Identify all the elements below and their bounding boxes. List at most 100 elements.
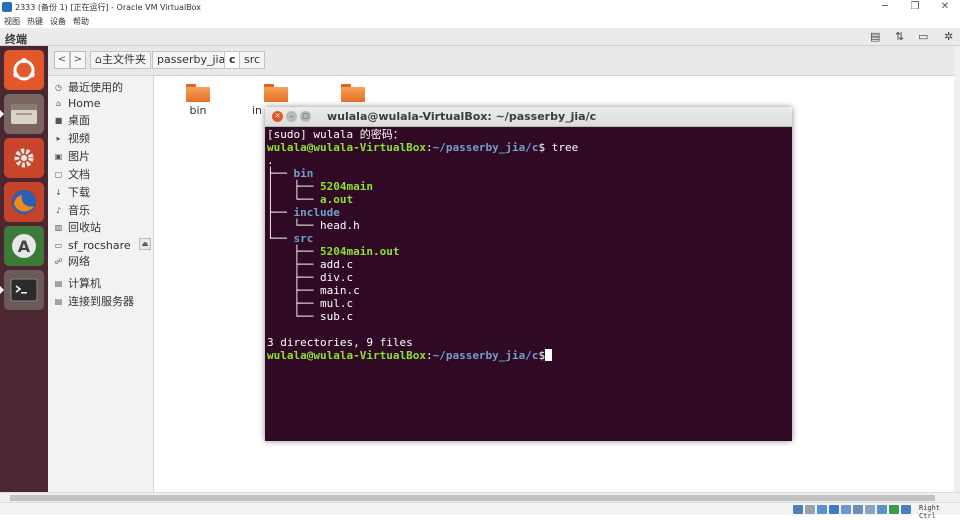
prompt-path: ~/passerby_jia/c	[432, 349, 539, 362]
optical-drive-icon[interactable]	[805, 505, 815, 514]
horizontal-scrollbar[interactable]	[0, 492, 960, 502]
breadcrumb-passerby-jia[interactable]: passerby_jia	[152, 51, 231, 69]
sidebar-item-desktop[interactable]: ■ 桌面	[54, 112, 90, 128]
folder-label-bin[interactable]: bin	[178, 104, 218, 117]
folder-icon[interactable]	[264, 84, 288, 102]
sidebar-item-trash[interactable]: ▥ 回收站	[54, 219, 101, 235]
sidebar-item-computer[interactable]: ▤ 计算机	[54, 275, 101, 291]
mouse-integration-icon[interactable]	[901, 505, 911, 514]
display-icon[interactable]	[865, 505, 875, 514]
sidebar-item-videos[interactable]: ▸ 视频	[54, 130, 90, 146]
tree-line: ├── include	[267, 206, 340, 219]
terminal-app-icon[interactable]	[0, 270, 44, 310]
document-icon: ▢	[54, 169, 63, 179]
network-adapter-icon[interactable]	[829, 505, 839, 514]
vbox-title-bar: 2333 (备份 1) [正在运行] - Oracle VM VirtualBo…	[0, 0, 960, 14]
active-app-name: 终端	[5, 33, 27, 46]
sidebar-item-sf-rocshare[interactable]: ▭ sf_rocshare ⏏	[54, 237, 154, 253]
sidebar-item-recent[interactable]: ◷ 最近使用的	[54, 79, 123, 95]
battery-indicator-icon[interactable]: ▭	[918, 30, 928, 43]
sidebar-item-network[interactable]: ☍ 网络	[54, 253, 90, 269]
folder-icon[interactable]	[186, 84, 210, 102]
close-icon[interactable]: ✕	[930, 0, 960, 14]
command-line: wulala@wulala-VirtualBox:~/passerby_jia/…	[267, 141, 579, 154]
breadcrumb-src[interactable]: src	[239, 51, 266, 69]
command-text: tree	[545, 141, 579, 154]
tree-entry-name: main.c	[319, 284, 360, 297]
minimize-icon[interactable]: ─	[870, 0, 900, 14]
forward-button[interactable]: >	[70, 51, 86, 69]
maximize-icon[interactable]: ❐	[900, 0, 930, 14]
prompt-path: ~/passerby_jia/c	[432, 141, 539, 154]
tree-entry-name: add.c	[319, 258, 354, 271]
files-app-icon[interactable]	[0, 94, 44, 134]
ubuntu-dash-icon[interactable]	[4, 50, 44, 90]
computer-icon: ▤	[54, 278, 63, 288]
sudo-prompt-line: [sudo] wulala 的密码：	[267, 128, 404, 141]
shared-folder-icon: ▭	[54, 240, 63, 250]
tree-line: ├── 5204main.out	[267, 245, 400, 258]
settings-app-icon[interactable]	[4, 138, 44, 178]
sidebar-item-home[interactable]: ⌂ Home	[54, 95, 101, 111]
sidebar-item-connect-server[interactable]: ▤ 连接到服务器	[54, 293, 134, 309]
scrollbar-thumb[interactable]	[10, 495, 935, 501]
text-cursor	[545, 349, 553, 361]
tree-line: ├── mul.c	[267, 297, 354, 310]
hard-disk-icon[interactable]	[793, 505, 803, 514]
back-button[interactable]: <	[54, 51, 70, 69]
sidebar-item-documents[interactable]: ▢ 文档	[54, 166, 90, 182]
terminal-minimize-icon[interactable]: –	[286, 111, 297, 122]
firefox-icon[interactable]	[4, 182, 44, 222]
system-menu-icon[interactable]: ✲	[944, 30, 953, 43]
tree-entry-name: 5204main	[319, 180, 373, 193]
vertical-scrollbar[interactable]	[954, 46, 960, 492]
vbox-window-title: 2333 (备份 1) [正在运行] - Oracle VM VirtualBo…	[15, 3, 202, 12]
tree-entry-name: sub.c	[319, 310, 354, 323]
audio-icon[interactable]	[817, 505, 827, 514]
menu-view[interactable]: 视图	[4, 16, 20, 27]
terminal-output[interactable]: [sudo] wulala 的密码： wulala@wulala-Virtual…	[265, 127, 792, 441]
tree-summary: 3 directories, 9 files	[267, 336, 413, 349]
terminal-title-bar[interactable]: ✕ – □ wulala@wulala-VirtualBox: ~/passer…	[265, 107, 792, 127]
tree-entry-name: 5204main.out	[319, 245, 400, 258]
tree-entry-name: src	[293, 232, 314, 245]
menu-hotkeys[interactable]: 热键	[27, 16, 43, 27]
menu-help[interactable]: 帮助	[73, 16, 89, 27]
video-icon: ▸	[56, 133, 61, 143]
recording-icon[interactable]	[877, 505, 887, 514]
tree-line: ├── bin	[267, 167, 314, 180]
printer-indicator-icon[interactable]: ▤	[870, 30, 880, 43]
tree-line: │ └── head.h	[267, 219, 360, 232]
terminal-maximize-icon[interactable]: □	[300, 111, 311, 122]
prompt-user: wulala@wulala-VirtualBox	[267, 349, 426, 362]
terminal-close-icon[interactable]: ✕	[272, 111, 283, 122]
trash-icon: ▥	[54, 222, 63, 232]
tree-line: │ └── a.out	[267, 193, 354, 206]
tree-line: ├── add.c	[267, 258, 354, 271]
eject-icon[interactable]: ⏏	[139, 238, 151, 250]
vbox-status-bar: Right Ctrl	[0, 502, 960, 520]
shared-folders-icon[interactable]	[853, 505, 863, 514]
network-icon: ☍	[54, 256, 63, 266]
file-manager-toolbar: < > ⌂主文件夹 passerby_jia c src	[48, 46, 960, 76]
music-icon: ♪	[55, 205, 62, 215]
menu-devices[interactable]: 设备	[50, 16, 66, 27]
prompt-user: wulala@wulala-VirtualBox	[267, 141, 426, 154]
host-key-label: Right Ctrl	[919, 504, 941, 520]
folder-icon[interactable]	[341, 84, 365, 102]
software-center-icon[interactable]: A	[4, 226, 44, 266]
network-indicator-icon[interactable]: ⇅	[895, 30, 904, 43]
tree-entry-name: head.h	[319, 219, 360, 232]
tree-entry-name: a.out	[319, 193, 354, 206]
sidebar-item-downloads[interactable]: ↓ 下载	[54, 184, 90, 200]
tree-entry-name: div.c	[319, 271, 354, 284]
sidebar-item-music[interactable]: ♪ 音乐	[54, 202, 90, 218]
terminal-window: ✕ – □ wulala@wulala-VirtualBox: ~/passer…	[265, 107, 792, 441]
cpu-icon[interactable]	[889, 505, 899, 514]
breadcrumb-home[interactable]: ⌂主文件夹	[90, 51, 151, 69]
virtualbox-icon	[2, 2, 12, 12]
tree-line: └── src	[267, 232, 314, 245]
usb-icon[interactable]	[841, 505, 851, 514]
sidebar-item-pictures[interactable]: ▣ 图片	[54, 148, 90, 164]
